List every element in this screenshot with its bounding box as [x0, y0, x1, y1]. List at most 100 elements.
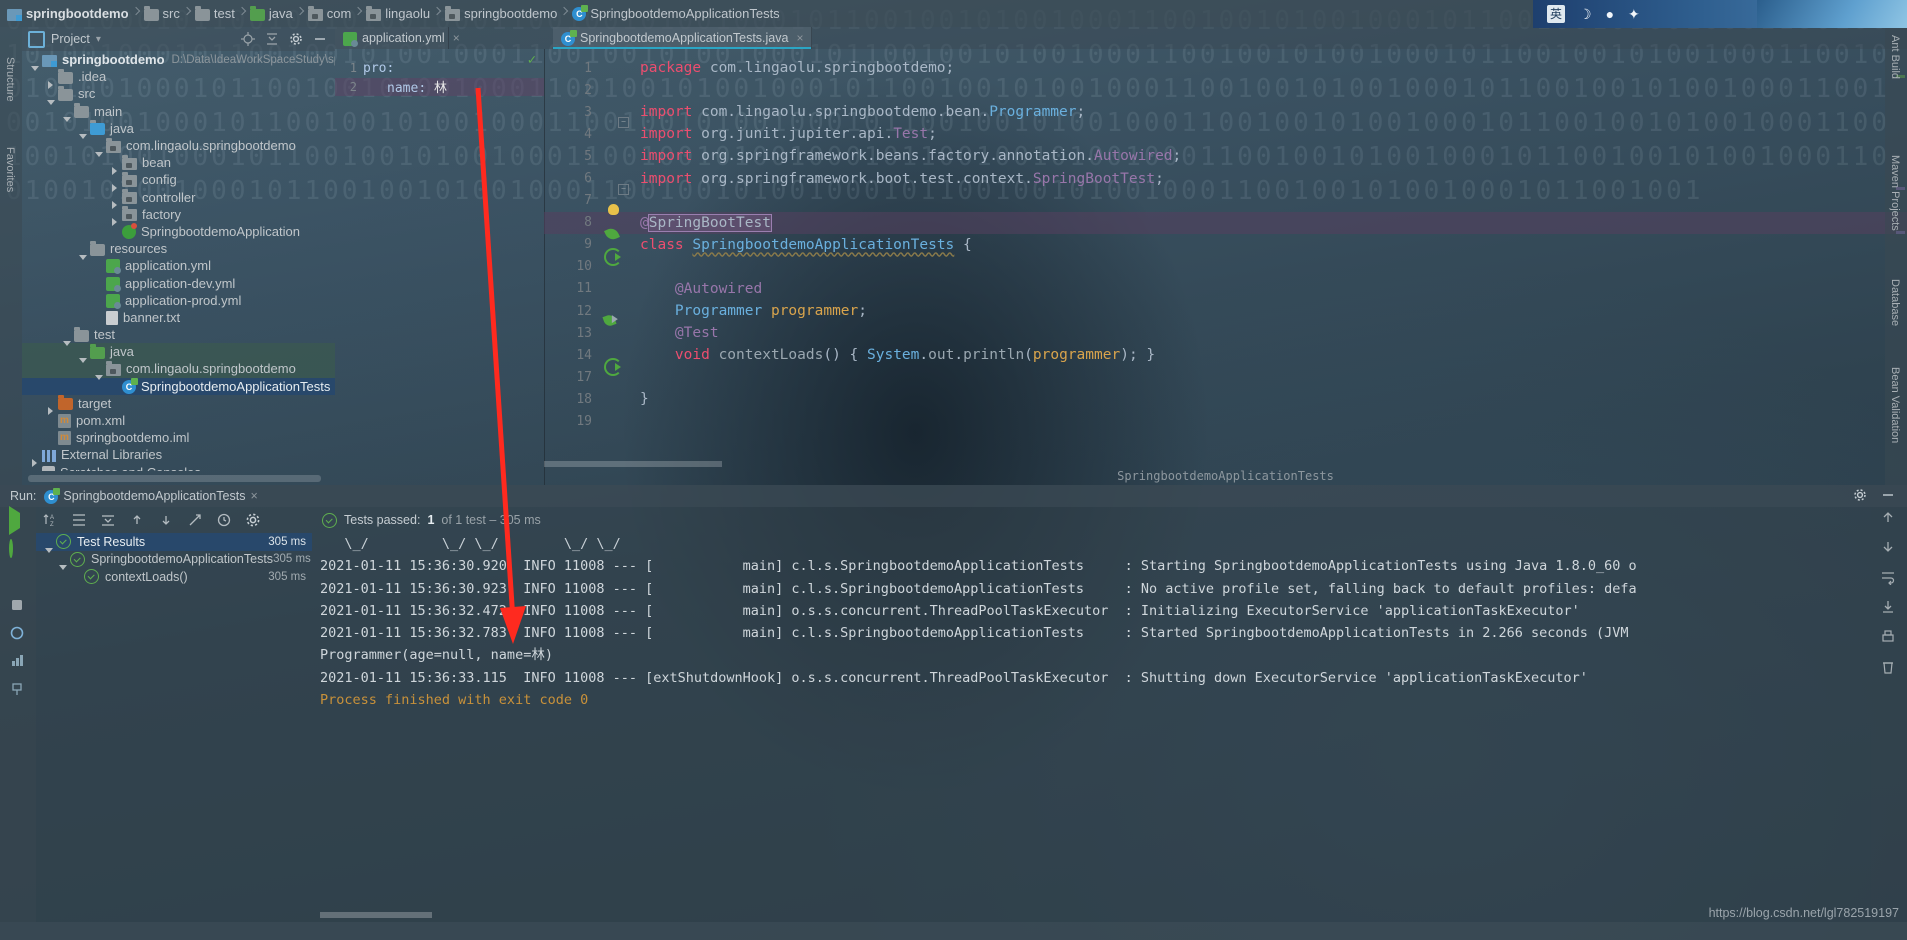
run-window-title: Run:	[10, 489, 37, 503]
breadcrumb-item-1[interactable]: src	[141, 0, 183, 27]
close-icon[interactable]: ×	[796, 31, 803, 45]
right-strip-item-ant-build[interactable]: Ant Build	[1889, 35, 1901, 79]
scroll-down-icon[interactable]	[1880, 539, 1898, 557]
breadcrumb-item-4[interactable]: com	[305, 0, 355, 27]
test-result-row-2[interactable]: contextLoads() 305 ms	[36, 568, 312, 586]
rerun-tests-button[interactable]	[9, 539, 27, 559]
save-console-icon[interactable]	[1880, 599, 1898, 617]
line-number: 18	[576, 391, 592, 407]
test-result-row-0[interactable]: Test Results 305 ms	[36, 533, 312, 553]
tree-item-external-libraries[interactable]: External Libraries	[22, 446, 335, 467]
breadcrumb-item-5[interactable]: lingaolu	[363, 0, 433, 27]
tree-item-pom-xml[interactable]: pom.xml	[22, 412, 335, 429]
tree-item-controller[interactable]: controller	[22, 189, 335, 210]
tree-item-com-lingaolu-springbootdemo[interactable]: com.lingaolu.springbootdemo	[22, 137, 335, 157]
expand-all-icon[interactable]	[71, 512, 87, 528]
coverage-button[interactable]	[9, 625, 27, 643]
tree-item-src[interactable]: src	[22, 85, 335, 105]
chevron-down-icon[interactable]: ▾	[96, 34, 101, 45]
console-output[interactable]: \_/ \_/ \_/ \_/ \_/ 2021-01-11 15:36:30.9…	[312, 533, 1871, 922]
tree-item-application-yml[interactable]: application.yml	[22, 257, 335, 275]
export-results-icon[interactable]	[187, 512, 203, 528]
console-horizontal-scrollbar[interactable]	[320, 912, 432, 918]
breadcrumb-item-7[interactable]: SpringbootdemoApplicationTests	[569, 0, 782, 27]
rerun-button[interactable]	[9, 506, 27, 535]
tree-item-test[interactable]: test	[22, 326, 335, 346]
tree-item-label: bean	[142, 155, 171, 171]
sort-alphabetically-icon[interactable]: AZ	[42, 512, 58, 528]
tree-item-factory[interactable]: factory	[22, 206, 335, 227]
pin-button[interactable]	[9, 681, 27, 699]
fold-marker-icon[interactable]: −	[618, 117, 629, 129]
print-icon[interactable]	[1880, 629, 1898, 647]
breadcrumb-item-2[interactable]: test	[192, 0, 238, 27]
tree-item-java[interactable]: java	[22, 120, 335, 140]
gear-icon[interactable]	[289, 32, 303, 46]
collapse-all-icon[interactable]	[100, 512, 116, 528]
tab-application-yml[interactable]: application.yml ×	[335, 27, 460, 49]
project-tree-scrollbar[interactable]	[28, 475, 321, 482]
tree-item-resources[interactable]: resources	[22, 240, 335, 260]
breadcrumb-item-3[interactable]: java	[247, 0, 296, 27]
left-strip-item-structure[interactable]: Structure	[4, 57, 16, 102]
intention-bulb-icon[interactable]	[608, 203, 619, 215]
tree-item-application-prod-yml[interactable]: application-prod.yml	[22, 292, 335, 309]
ime-indicator[interactable]: 英	[1547, 5, 1565, 23]
tree-item-label: main	[94, 103, 123, 119]
tree-item-banner-txt[interactable]: banner.txt	[22, 309, 335, 326]
code-text: void contextLoads() { System.out.println…	[674, 347, 1156, 364]
left-strip-item-favorites[interactable]: Favorites	[4, 147, 16, 192]
previous-failed-icon[interactable]	[129, 512, 145, 528]
tree-item-main[interactable]: main	[22, 103, 335, 123]
tree-item-springbootdemoapplicationtests[interactable]: SpringbootdemoApplicationTests	[22, 377, 335, 395]
run-test-gutter-icon[interactable]	[604, 247, 622, 266]
tree-item-target[interactable]: target	[22, 395, 335, 416]
profiler-button[interactable]	[9, 653, 27, 671]
soft-wrap-icon[interactable]	[1880, 569, 1898, 587]
toggle-auto-test-button[interactable]	[9, 569, 27, 587]
tab-springbootdemoapplicationtests-java[interactable]: SpringbootdemoApplicationTests.java ×	[553, 27, 813, 49]
tree-item-scratches-and-consoles[interactable]: Scratches and Consoles	[22, 464, 335, 471]
java-editor[interactable]: 1 package com.lingaolu.springbootdemo; 2 3 −…	[544, 49, 1907, 485]
code-text: package com.lingaolu.springbootdemo;	[640, 60, 955, 77]
tree-item--idea[interactable]: .idea	[22, 68, 335, 89]
breadcrumb-item-0[interactable]: springbootdemo	[4, 0, 132, 27]
scroll-up-icon[interactable]	[1880, 509, 1898, 527]
stop-button[interactable]	[9, 597, 27, 615]
test-history-icon[interactable]	[216, 512, 232, 528]
collapse-all-icon[interactable]	[265, 32, 279, 46]
tree-item-com-lingaolu-springbootdemo[interactable]: com.lingaolu.springbootdemo	[22, 360, 335, 380]
code-line-10: 10	[544, 256, 1907, 278]
moon-icon[interactable]: ☽	[1579, 6, 1592, 23]
tree-item-java[interactable]: java	[22, 343, 335, 363]
project-panel-header: Project ▾	[22, 27, 335, 51]
dot-icon[interactable]: ●	[1606, 6, 1614, 22]
test-result-row-1[interactable]: SpringbootdemoApplicationTests 305 ms	[36, 551, 312, 571]
clear-all-icon[interactable]	[1880, 659, 1898, 677]
project-tree[interactable]: springbootdemo D:\Data\IdeaWorkSpaceStudy…	[22, 51, 335, 471]
yml-editor[interactable]: ✓ 1 pro: 2 name: 林	[335, 49, 545, 485]
right-strip-item-maven-projects[interactable]: Maven Projects	[1889, 155, 1901, 231]
close-icon[interactable]: ×	[453, 31, 460, 45]
next-failed-icon[interactable]	[158, 512, 174, 528]
tree-item-bean[interactable]: bean	[22, 154, 335, 175]
tree-item-springbootdemo-iml[interactable]: springbootdemo.iml	[22, 429, 335, 446]
tree-item-application-dev-yml[interactable]: application-dev.yml	[22, 274, 335, 292]
close-icon[interactable]: ×	[250, 489, 257, 503]
right-strip-item-bean-validation[interactable]: Bean Validation	[1889, 367, 1901, 443]
hide-window-icon[interactable]	[1881, 488, 1895, 505]
fold-marker-icon[interactable]: −	[618, 183, 629, 195]
tests-passed-prefix: Tests passed:	[344, 513, 421, 527]
tree-item-config[interactable]: config	[22, 171, 335, 192]
test-settings-gear-icon[interactable]	[245, 512, 261, 528]
star-icon[interactable]: ✦	[1628, 6, 1640, 23]
hide-icon[interactable]	[313, 32, 327, 46]
settings-gear-icon[interactable]	[1853, 488, 1867, 505]
run-config-tab[interactable]: SpringbootdemoApplicationTests ×	[44, 487, 258, 504]
breadcrumb-item-6[interactable]: springbootdemo	[442, 0, 560, 27]
tree-item-springbootdemoapplication[interactable]: SpringbootdemoApplication	[22, 222, 335, 240]
locate-icon[interactable]	[241, 32, 255, 46]
tree-item-springbootdemo[interactable]: springbootdemo D:\Data\IdeaWorkSpaceStudy…	[22, 51, 335, 71]
right-strip-item-database[interactable]: Database	[1889, 279, 1901, 326]
test-results-tree[interactable]: Test Results 305 ms SpringbootdemoApplicat…	[36, 533, 312, 586]
